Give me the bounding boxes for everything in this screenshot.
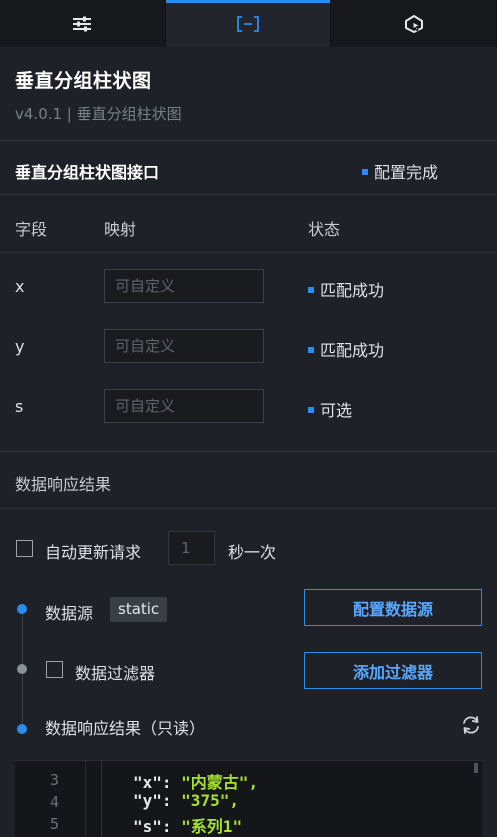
divider (0, 252, 497, 253)
source-type-tag: static (110, 597, 168, 622)
interval-input[interactable] (168, 531, 215, 565)
indent-guide (101, 761, 102, 837)
field-name: y (15, 337, 25, 356)
source-label: 数据源 (45, 604, 94, 623)
line-number: 5 (49, 815, 59, 833)
component-version: v4.0.1 | 垂直分组柱状图 (15, 105, 182, 123)
response-title: 数据响应结果 (15, 475, 112, 494)
divider (0, 194, 497, 195)
sliders-icon (73, 16, 92, 31)
field-status: 匹配成功 (308, 337, 384, 361)
divider (0, 140, 497, 141)
page-title: 垂直分组柱状图 (15, 70, 152, 92)
scrollbar[interactable] (474, 763, 478, 773)
status-dot-icon (362, 168, 368, 175)
tab-interaction[interactable] (331, 0, 497, 47)
mapping-input-s[interactable] (104, 389, 264, 423)
data-bracket-icon (237, 15, 259, 32)
refresh-icon[interactable] (460, 714, 482, 736)
tab-data[interactable] (165, 0, 332, 47)
code-line: "y": "375", (133, 791, 239, 810)
field-name: x (15, 277, 25, 296)
interface-title: 垂直分组柱状图接口 (15, 163, 160, 182)
divider (0, 508, 497, 509)
field-status: 匹配成功 (308, 277, 384, 301)
code-line: "x": "内蒙古", (133, 773, 259, 792)
column-status: 状态 (308, 220, 341, 239)
component-header: 垂直分组柱状图 v4.0.1 | 垂直分组柱状图 (15, 66, 182, 124)
filter-label: 数据过滤器 (75, 664, 156, 683)
filter-checkbox[interactable] (46, 661, 63, 678)
column-mapping: 映射 (104, 220, 137, 239)
mapping-input-x[interactable] (104, 269, 264, 303)
auto-update-checkbox[interactable] (16, 540, 33, 557)
status-dot-icon (308, 346, 314, 353)
panel-tabs (0, 0, 497, 47)
mapping-input-y[interactable] (104, 329, 264, 363)
timeline-node (17, 724, 27, 734)
status-dot-icon (308, 406, 314, 413)
timeline-node (17, 604, 27, 614)
line-number: 3 (49, 771, 59, 789)
timeline-node (17, 664, 27, 674)
interaction-icon (404, 14, 423, 33)
interface-status: 配置完成 (362, 159, 438, 183)
divider (0, 451, 497, 452)
column-field: 字段 (15, 220, 48, 239)
line-number: 4 (49, 793, 59, 811)
config-source-button[interactable]: 配置数据源 (304, 589, 482, 626)
tab-style[interactable] (0, 0, 166, 47)
result-label: 数据响应结果（只读） (45, 719, 206, 738)
code-line: "s": "系列1" (133, 817, 243, 836)
field-name: s (15, 397, 24, 416)
add-filter-button[interactable]: 添加过滤器 (304, 652, 482, 689)
interval-unit: 秒一次 (228, 543, 277, 562)
status-dot-icon (308, 286, 314, 293)
field-status: 可选 (308, 397, 352, 421)
auto-update-label: 自动更新请求 (45, 543, 142, 562)
response-code-viewer[interactable]: 3 "x": "内蒙古", 4 "y": "375", 5 "s": "系列1" (15, 760, 482, 837)
